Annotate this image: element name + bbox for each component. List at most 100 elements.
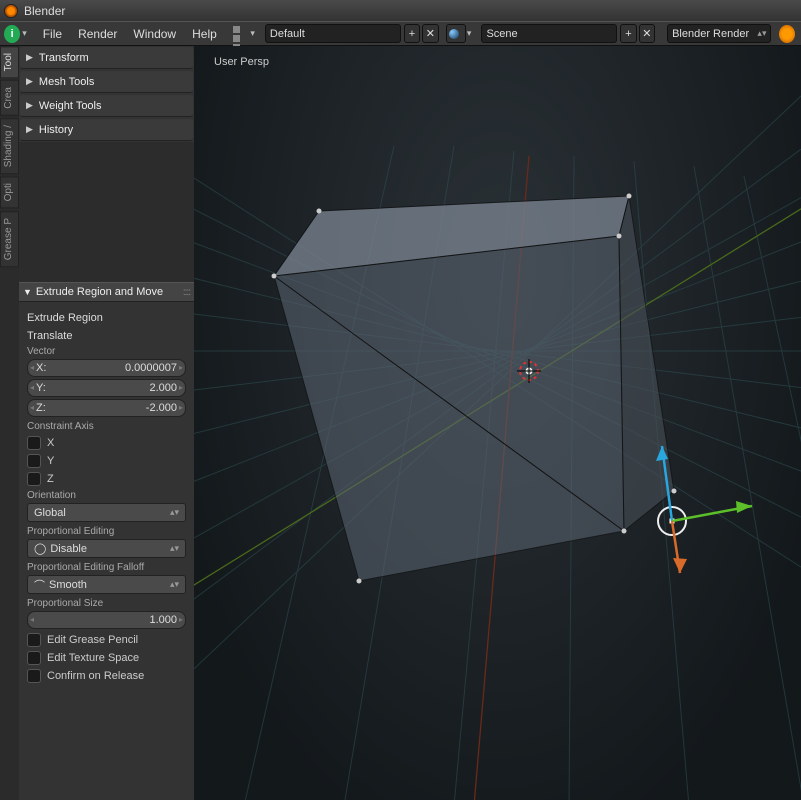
- vtab-shading[interactable]: Shading /: [0, 118, 19, 174]
- checkbox-icon: [27, 633, 41, 647]
- panel-history[interactable]: ▶ History: [20, 119, 193, 141]
- triangle-right-icon: ▶: [26, 52, 33, 63]
- operator-title: Extrude Region and Move: [36, 286, 163, 298]
- menu-help[interactable]: Help: [184, 27, 225, 41]
- layout-selector[interactable]: Default: [265, 24, 401, 43]
- constraint-axis-label: Constraint Axis: [27, 421, 186, 432]
- remove-scene-button[interactable]: ✕: [639, 24, 655, 43]
- scene-browse-button[interactable]: [446, 24, 466, 43]
- checkbox-label: Z: [47, 473, 54, 485]
- add-scene-button[interactable]: +: [620, 24, 636, 43]
- checkbox-label: X: [47, 437, 54, 449]
- panel-mesh-tools[interactable]: ▶ Mesh Tools: [20, 71, 193, 93]
- constraint-x-checkbox[interactable]: X: [27, 436, 186, 450]
- op-extrude-label: Extrude Region: [27, 312, 186, 324]
- empty-space: [19, 142, 194, 282]
- panel-weight-tools[interactable]: ▶ Weight Tools: [20, 95, 193, 117]
- panel-transform[interactable]: ▶ Transform: [20, 47, 193, 69]
- orientation-label: Orientation: [27, 490, 186, 501]
- main-area: Tool Crea Shading / Opti Grease P ▶ Trans…: [0, 46, 801, 800]
- operator-panel-header[interactable]: ▼ Extrude Region and Move ::::: [19, 282, 194, 302]
- viewport-canvas: [194, 46, 801, 800]
- constraint-y-checkbox[interactable]: Y: [27, 454, 186, 468]
- op-translate-label: Translate: [27, 330, 186, 342]
- grip-icon[interactable]: ::::: [183, 287, 190, 298]
- checkbox-icon: [27, 669, 41, 683]
- window-title: Blender: [24, 4, 65, 18]
- header-bar: i ▾ File Render Window Help ▾ Default + …: [0, 21, 801, 46]
- panel-label: Transform: [39, 52, 89, 64]
- select-value: Smooth: [49, 579, 87, 591]
- vtab-create[interactable]: Crea: [0, 80, 19, 116]
- panel-label: Mesh Tools: [39, 76, 94, 88]
- prop-editing-select[interactable]: ◯Disable▴▾: [27, 539, 186, 558]
- constraint-z-checkbox[interactable]: Z: [27, 472, 186, 486]
- checkbox-icon: [27, 436, 41, 450]
- triangle-right-icon: ▶: [26, 124, 33, 135]
- orientation-select[interactable]: Global▴▾: [27, 503, 186, 522]
- info-icon[interactable]: i: [4, 25, 20, 43]
- prop-falloff-label: Proportional Editing Falloff: [27, 562, 186, 573]
- field-value: 0.0000007: [46, 362, 177, 374]
- vtab-greasepencil[interactable]: Grease P: [0, 211, 19, 267]
- chevron-down-icon[interactable]: ▾: [467, 28, 472, 39]
- checkbox-label: Y: [47, 455, 54, 467]
- render-engine-selector[interactable]: Blender Render ▴▾: [667, 24, 771, 43]
- triangle-right-icon: ▶: [26, 76, 33, 87]
- remove-layout-button[interactable]: ✕: [422, 24, 438, 43]
- edit-grease-pencil-checkbox[interactable]: Edit Grease Pencil: [27, 633, 186, 647]
- vtab-options[interactable]: Opti: [0, 176, 19, 208]
- menu-file[interactable]: File: [35, 27, 70, 41]
- prop-falloff-select[interactable]: ⌒Smooth▴▾: [27, 575, 186, 594]
- triangle-down-icon: ▼: [23, 287, 32, 297]
- menu-window[interactable]: Window: [125, 27, 184, 41]
- panel-label: History: [39, 124, 73, 136]
- vtab-tools[interactable]: Tool: [0, 46, 19, 78]
- mesh-object: [272, 194, 677, 584]
- checkbox-label: Confirm on Release: [47, 670, 144, 682]
- field-label: Z:: [36, 402, 46, 414]
- tool-shelf: ▶ Transform ▶ Mesh Tools ▶ Weight Tools ▶ Hi…: [19, 46, 194, 800]
- field-label: X:: [36, 362, 46, 374]
- checkbox-label: Edit Texture Space: [47, 652, 139, 664]
- triangle-right-icon: ▶: [26, 100, 33, 111]
- confirm-on-release-checkbox[interactable]: Confirm on Release: [27, 669, 186, 683]
- checkbox-icon: [27, 472, 41, 486]
- scene-selector-label: Scene: [486, 28, 517, 40]
- vector-y-field[interactable]: ◂Y:2.000▸: [27, 379, 186, 397]
- checkbox-icon: [27, 454, 41, 468]
- layout-selector-label: Default: [270, 28, 305, 40]
- 3d-viewport[interactable]: User Persp: [194, 46, 801, 800]
- add-layout-button[interactable]: +: [404, 24, 420, 43]
- field-value: -2.000: [46, 402, 177, 414]
- blender-org-icon[interactable]: [779, 25, 795, 43]
- prop-editing-label: Proportional Editing: [27, 526, 186, 537]
- render-engine-label: Blender Render: [672, 28, 749, 40]
- titlebar: Blender: [0, 0, 801, 21]
- vector-x-field[interactable]: ◂X:0.0000007▸: [27, 359, 186, 377]
- select-value: Disable: [50, 543, 87, 555]
- field-value: 1.000: [36, 614, 177, 626]
- checkbox-label: Edit Grease Pencil: [47, 634, 138, 646]
- layout-preset-icon[interactable]: [232, 25, 248, 43]
- tool-shelf-tabs: Tool Crea Shading / Opti Grease P: [0, 46, 19, 800]
- select-value: Global: [34, 507, 66, 519]
- disable-icon: ◯: [34, 542, 46, 555]
- scene-icon: [449, 29, 459, 39]
- panel-label: Weight Tools: [39, 100, 102, 112]
- scene-selector[interactable]: Scene: [481, 24, 617, 43]
- blender-logo-icon: [4, 4, 18, 18]
- chevron-down-icon[interactable]: ▾: [250, 28, 255, 39]
- operator-panel: Extrude Region Translate Vector ◂X:0.000…: [19, 302, 194, 800]
- checkbox-icon: [27, 651, 41, 665]
- vector-z-field[interactable]: ◂Z:-2.000▸: [27, 399, 186, 417]
- edit-texture-space-checkbox[interactable]: Edit Texture Space: [27, 651, 186, 665]
- menu-render[interactable]: Render: [70, 27, 125, 41]
- prop-size-field[interactable]: ◂1.000▸: [27, 611, 186, 629]
- field-label: Y:: [36, 382, 46, 394]
- chevron-down-icon[interactable]: ▾: [22, 28, 27, 39]
- vector-label: Vector: [27, 346, 186, 357]
- prop-size-label: Proportional Size: [27, 598, 186, 609]
- field-value: 2.000: [46, 382, 177, 394]
- smooth-curve-icon: ⌒: [34, 577, 45, 593]
